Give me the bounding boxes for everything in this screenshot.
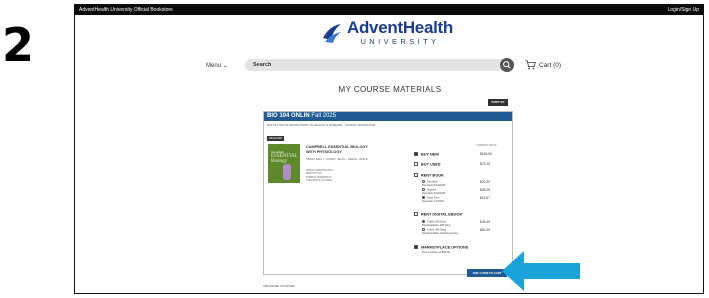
chevron-down-icon: ⌄ — [222, 63, 228, 69]
logo-mark-icon — [323, 23, 341, 43]
digital-180-price: $49.49 — [480, 220, 491, 224]
rent-semester-radio[interactable] — [422, 180, 425, 183]
rent-quarter-price: $28.05 — [480, 188, 491, 192]
sort-by-button[interactable]: SORT BY — [488, 99, 508, 106]
top-bar: AdventHealth University Official Booksto… — [75, 5, 703, 15]
required-badge: REQUIRED — [267, 136, 285, 141]
step-number: 2 — [2, 18, 35, 72]
search-input[interactable]: Search — [245, 59, 507, 71]
rent-semester-due: Due back 8/13/2025 — [422, 183, 446, 187]
rent-short-term-price: $16.57 — [480, 196, 491, 200]
rent-quarter[interactable]: Quarter Due back 6/10/2025 — [422, 188, 445, 195]
login-link[interactable]: Login/Sign Up — [668, 5, 699, 15]
book-title: CAMPBELL ESSENTIAL BIOLOGY WITH PHYSIOLO… — [306, 145, 368, 154]
rent-semester-price: $20.30 — [480, 180, 491, 184]
logo-line2: UNIVERSITY — [360, 37, 440, 46]
buy-used-option[interactable]: BUY USED — [414, 162, 441, 167]
marketplace-option[interactable]: MARKETPLACE OPTIONS — [414, 245, 468, 250]
digital-365-note: Downloadable: Lifetime Access — [422, 231, 458, 235]
digital-180[interactable]: Online 180 Days Downloadable: 180 Days — [422, 220, 451, 227]
rent-digital-checkbox[interactable] — [414, 212, 418, 216]
rent-digital-option[interactable]: RENT DIGITAL EBOOK — [414, 212, 462, 217]
menu-button[interactable]: Menu ⌄ — [206, 62, 228, 69]
advent-logo[interactable]: AdventHealth UNIVERSITY — [321, 19, 453, 46]
pointer-arrow-icon — [502, 251, 580, 291]
buy-new-price: $169.95 — [480, 152, 492, 156]
marketplace-checkbox[interactable] — [414, 245, 418, 249]
marketplace-note: Prices starting at $45.00 — [422, 251, 450, 254]
rent-semester[interactable]: Semester Due back 8/13/2025 — [422, 180, 445, 187]
course-header: BIO 104 ONLIN Fall 2025 — [264, 112, 512, 121]
buy-used-price: $73.15 — [480, 162, 491, 166]
rent-quarter-due: Due back 6/10/2025 — [422, 191, 446, 195]
rent-short-term-due: Due back 1/7/2025 — [422, 199, 444, 203]
course-subtitle: BIO 104 ONLIN HUMAN BODY IN HEALTH & DIS… — [267, 123, 376, 127]
search-icon — [503, 61, 511, 69]
course-code: BIO 104 ONLIN — [267, 113, 310, 119]
rent-book-option[interactable]: RENT BOOK — [414, 173, 444, 178]
digital-365-price: $60.49 — [480, 228, 491, 232]
rent-short-term-radio[interactable] — [422, 196, 425, 199]
course-card: BIO 104 ONLIN Fall 2025 BIO 104 ONLIN HU… — [263, 111, 513, 275]
digital-365-radio[interactable] — [422, 228, 425, 231]
current-price-header: CURRENT PRICE — [476, 144, 497, 147]
rent-book-label: RENT BOOK — [421, 173, 444, 178]
cover-text-2: ESSENTIAL Biology — [271, 154, 298, 164]
add-more-courses-link[interactable]: ADD MORE COURSES — [263, 284, 295, 288]
book-authors: SIMON, ERIC J., DICKEY, JEAN L., REECE, … — [306, 158, 369, 161]
book-copyright: COPYRIGHT: 2/10/2020 — [306, 178, 332, 182]
search-button[interactable] — [500, 58, 514, 72]
menu-label: Menu — [206, 63, 222, 69]
cart-link[interactable]: Cart (0) — [525, 60, 561, 70]
rent-digital-label: RENT DIGITAL EBOOK — [421, 212, 463, 217]
cart-icon — [525, 60, 536, 70]
cart-label: Cart (0) — [539, 61, 562, 69]
browser-screenshot: AdventHealth University Official Booksto… — [74, 4, 704, 294]
store-name: AdventHealth University Official Booksto… — [79, 7, 173, 13]
buy-used-checkbox[interactable] — [414, 162, 418, 166]
marketplace-label: MARKETPLACE OPTIONS — [421, 245, 469, 250]
cover-art — [283, 164, 291, 180]
digital-180-radio[interactable] — [422, 220, 425, 223]
book-cover[interactable]: Campbell ESSENTIAL Biology — [268, 144, 300, 183]
buy-new-checkbox[interactable] — [414, 152, 418, 156]
logo-line1: AdventHealth — [347, 18, 453, 37]
buy-new-label: BUY NEW — [421, 152, 439, 157]
rent-quarter-radio[interactable] — [422, 188, 425, 191]
page-title: MY COURSE MATERIALS — [338, 85, 442, 94]
rent-short-term[interactable]: Short Term Due back 1/7/2025 — [422, 196, 444, 203]
book-meta: ISBN13: 9780135167021 EDITION: 6TH FORMA… — [306, 169, 366, 182]
digital-180-note: Downloadable: 180 Days — [422, 223, 451, 227]
course-term: Fall 2025 — [311, 113, 337, 119]
buy-new-option[interactable]: BUY NEW — [414, 152, 439, 157]
digital-365[interactable]: Online 365 Days Downloadable: Lifetime A… — [422, 228, 458, 235]
rent-book-checkbox[interactable] — [414, 173, 418, 177]
buy-used-label: BUY USED — [421, 162, 441, 167]
